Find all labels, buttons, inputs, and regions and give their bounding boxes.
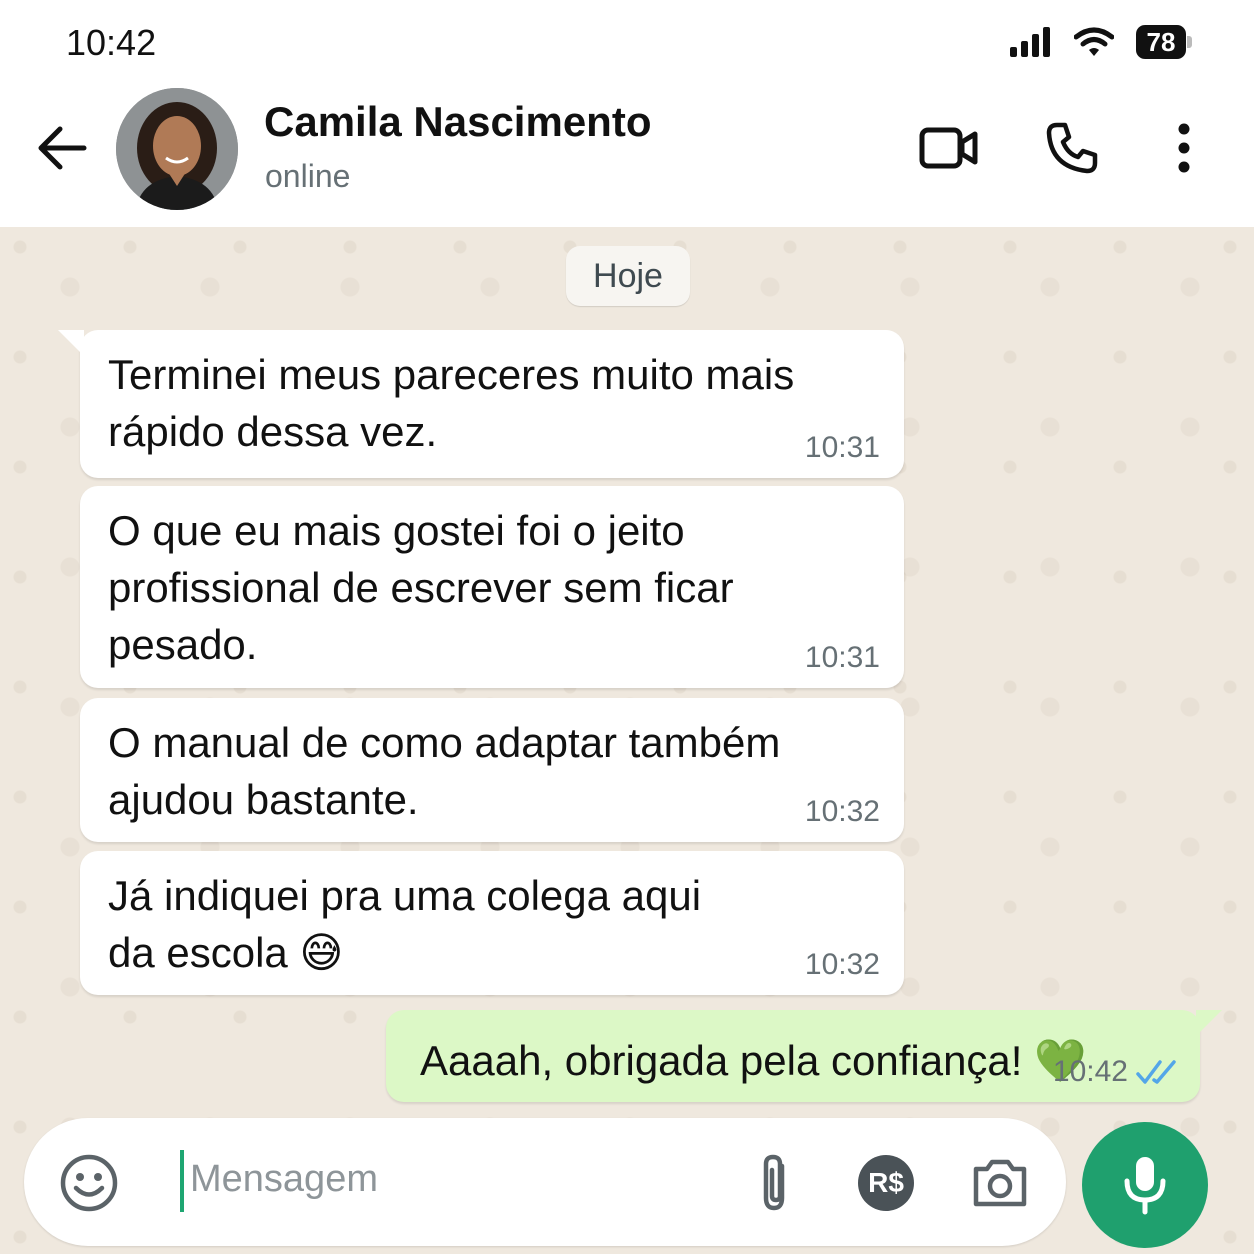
video-call-button[interactable] [918,118,980,178]
contact-avatar[interactable] [116,88,238,210]
read-receipt-icon [1136,1060,1176,1084]
message-bubble-incoming[interactable]: O que eu mais gostei foi o jeito profiss… [80,486,904,688]
camera-button[interactable] [968,1154,1032,1212]
emoji-button[interactable] [58,1152,120,1214]
camera-icon [973,1159,1027,1207]
date-separator: Hoje [566,246,690,306]
text-cursor [180,1150,184,1212]
payment-icon: R$ [858,1155,914,1211]
avatar-photo [116,88,238,210]
message-time: 10:32 [804,795,880,828]
message-bubble-outgoing[interactable]: Aaaah, obrigada pela confiança! 💚 10:42 [386,1010,1222,1102]
payment-button[interactable]: R$ [856,1154,916,1212]
battery-level: 78 [1146,27,1176,57]
phone-icon [1046,122,1098,174]
message-bubble-incoming[interactable]: Já indiquei pra uma colega aqui da escol… [80,851,904,995]
message-text: O manual de como adaptar também ajudou b… [108,719,781,823]
voice-call-button[interactable] [1044,118,1100,178]
message-bubble-incoming[interactable]: Terminei meus pareceres muito mais rápid… [58,330,904,478]
voice-record-button[interactable] [1082,1122,1208,1248]
chat-header: 10:42 78 Camila Nascimento online [0,0,1254,227]
message-input[interactable]: Mensagem [190,1158,378,1201]
video-call-icon [919,127,978,169]
contact-name[interactable]: Camila Nascimento [264,98,651,146]
back-arrow-icon [38,126,87,170]
message-time: 10:32 [804,948,880,981]
wifi-icon [1074,27,1114,56]
signal-icon [1010,27,1050,57]
more-vertical-icon [1178,123,1190,173]
message-time: 10:31 [804,641,880,674]
status-time: 10:42 [66,22,157,63]
message-text: Já indiquei pra uma colega aqui da escol… [108,872,702,976]
message-time: 10:42 [1052,1055,1128,1088]
message-composer: Mensagem R$ [24,1118,1066,1246]
emoji-icon [60,1154,118,1212]
status-icons: 78 [1010,22,1192,62]
attach-button[interactable] [750,1152,798,1214]
more-options-button[interactable] [1166,118,1202,178]
mic-icon [1124,1157,1166,1215]
message-time: 10:31 [804,431,880,464]
message-bubble-incoming[interactable]: O manual de como adaptar também ajudou b… [80,698,904,842]
back-button[interactable] [34,120,90,176]
chat-screen: 10:42 78 Camila Nascimento online Hoje T… [0,0,1254,1254]
contact-status: online [265,158,351,194]
battery-icon: 78 [1136,25,1192,59]
message-text: O que eu mais gostei foi o jeito profiss… [108,507,734,668]
attach-icon [763,1154,785,1211]
message-text: Aaaah, obrigada pela confiança! 💚 [420,1037,1087,1084]
message-text: Terminei meus pareceres muito mais rápid… [108,351,795,455]
